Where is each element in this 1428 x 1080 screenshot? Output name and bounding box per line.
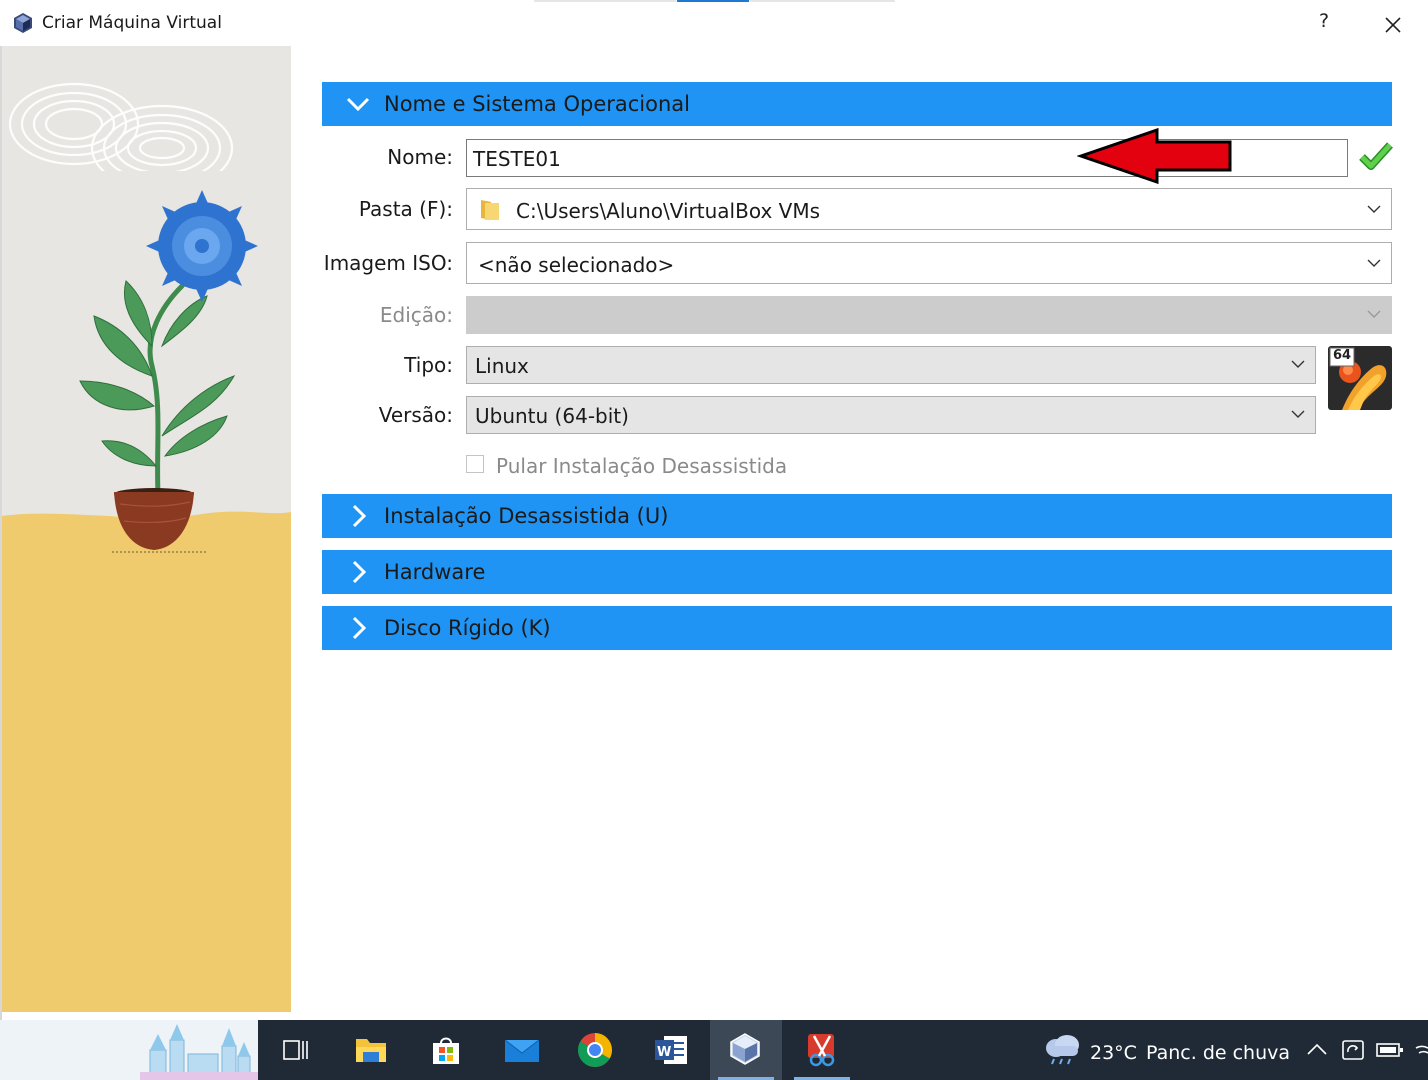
snipping-tool-icon: [808, 1034, 835, 1067]
network-icon[interactable]: [1414, 1040, 1428, 1062]
background-window-edge: [750, 0, 895, 2]
type-value: Linux: [475, 354, 529, 378]
section-hardware-label: Hardware: [384, 560, 486, 584]
chevron-down-icon: [1367, 205, 1381, 213]
type-combo[interactable]: Linux: [466, 346, 1316, 384]
help-button[interactable]: ?: [1313, 10, 1335, 36]
section-unattended-label: Instalação Desassistida (U): [384, 504, 669, 528]
folder-icon: [481, 200, 499, 220]
chevron-up-icon[interactable]: [1306, 1042, 1328, 1058]
battery-icon[interactable]: [1376, 1042, 1404, 1058]
taskbar-mail[interactable]: [486, 1020, 558, 1080]
desktop-wallpaper-thumbnail: [0, 1020, 258, 1080]
mail-icon: [504, 1039, 540, 1062]
folder-value: C:\Users\Aluno\VirtualBox VMs: [516, 199, 820, 223]
chevron-down-icon: [346, 97, 370, 112]
chevron-down-icon: [1367, 259, 1381, 267]
skip-unattended-checkbox: [466, 455, 484, 473]
rain-cloud-icon: [1046, 1035, 1079, 1065]
word-icon: W: [655, 1036, 687, 1064]
version-value: Ubuntu (64-bit): [475, 404, 629, 428]
sync-icon[interactable]: [1340, 1038, 1366, 1062]
section-disk-header[interactable]: Disco Rígido (K): [322, 606, 1392, 650]
name-value: TESTE01: [473, 147, 561, 171]
name-label: Nome:: [387, 145, 453, 169]
section-name-os-header[interactable]: Nome e Sistema Operacional: [322, 82, 1392, 126]
os-type-icon: 64: [1328, 346, 1392, 410]
iso-value: <não selecionado>: [478, 253, 675, 277]
chevron-down-icon: [1291, 410, 1305, 418]
taskbar-microsoft-store[interactable]: [410, 1020, 482, 1080]
chevron-down-icon: [1291, 360, 1305, 368]
chevron-right-icon: [352, 616, 367, 640]
section-disk-label: Disco Rígido (K): [384, 616, 551, 640]
castle-icon: [0, 1020, 258, 1080]
chrome-icon: [578, 1033, 612, 1067]
annotation-arrow-icon: [1077, 128, 1232, 184]
valid-check-icon: [1359, 142, 1393, 170]
type-label: Tipo:: [404, 353, 453, 377]
taskbar: W 23°C Panc. de chuva: [0, 1020, 1428, 1080]
weather-condition: Panc. de chuva: [1146, 1042, 1291, 1064]
version-combo[interactable]: Ubuntu (64-bit): [466, 396, 1316, 434]
chevron-right-icon: [352, 560, 367, 584]
weather-widget[interactable]: 23°C Panc. de chuva: [1038, 1020, 1291, 1080]
section-unattended-header[interactable]: Instalação Desassistida (U): [322, 494, 1392, 538]
close-icon[interactable]: [1378, 10, 1408, 40]
folder-label: Pasta (F):: [358, 197, 453, 221]
virtualbox-icon: [730, 1033, 760, 1065]
iso-combo[interactable]: <não selecionado>: [466, 242, 1392, 284]
folder-combo[interactable]: C:\Users\Aluno\VirtualBox VMs: [466, 188, 1392, 230]
title-bar: Criar Máquina Virtual ?: [0, 0, 1428, 46]
background-window-edge: [534, 0, 676, 2]
window-title: Criar Máquina Virtual: [42, 13, 222, 33]
edition-combo: [466, 296, 1392, 334]
task-view-icon: [283, 1040, 308, 1060]
version-label: Versão:: [378, 403, 453, 427]
weather-temperature: 23°C: [1090, 1042, 1137, 1064]
taskbar-task-view[interactable]: [258, 1020, 330, 1080]
chevron-right-icon: [352, 504, 367, 528]
plant-illustration: [2, 46, 291, 1012]
taskbar-snipping-tool[interactable]: [786, 1020, 858, 1080]
iso-label: Imagem ISO:: [323, 251, 453, 275]
file-explorer-icon: [356, 1039, 386, 1062]
taskbar-chrome[interactable]: [559, 1020, 631, 1080]
background-window-accent: [677, 0, 749, 2]
store-icon: [433, 1037, 459, 1064]
taskbar-file-explorer[interactable]: [335, 1020, 407, 1080]
virtualbox-icon: [14, 13, 32, 33]
wizard-illustration: [2, 46, 291, 1012]
taskbar-word[interactable]: W: [634, 1020, 706, 1080]
section-hardware-header[interactable]: Hardware: [322, 550, 1392, 594]
taskbar-virtualbox[interactable]: [710, 1020, 782, 1080]
edition-label: Edição:: [379, 303, 453, 327]
skip-unattended-label: Pular Instalação Desassistida: [496, 454, 788, 478]
svg-text:W: W: [657, 1045, 671, 1060]
section-name-os-label: Nome e Sistema Operacional: [384, 92, 690, 116]
os-bitness-badge: 64: [1333, 348, 1352, 363]
chevron-down-icon: [1367, 310, 1381, 318]
